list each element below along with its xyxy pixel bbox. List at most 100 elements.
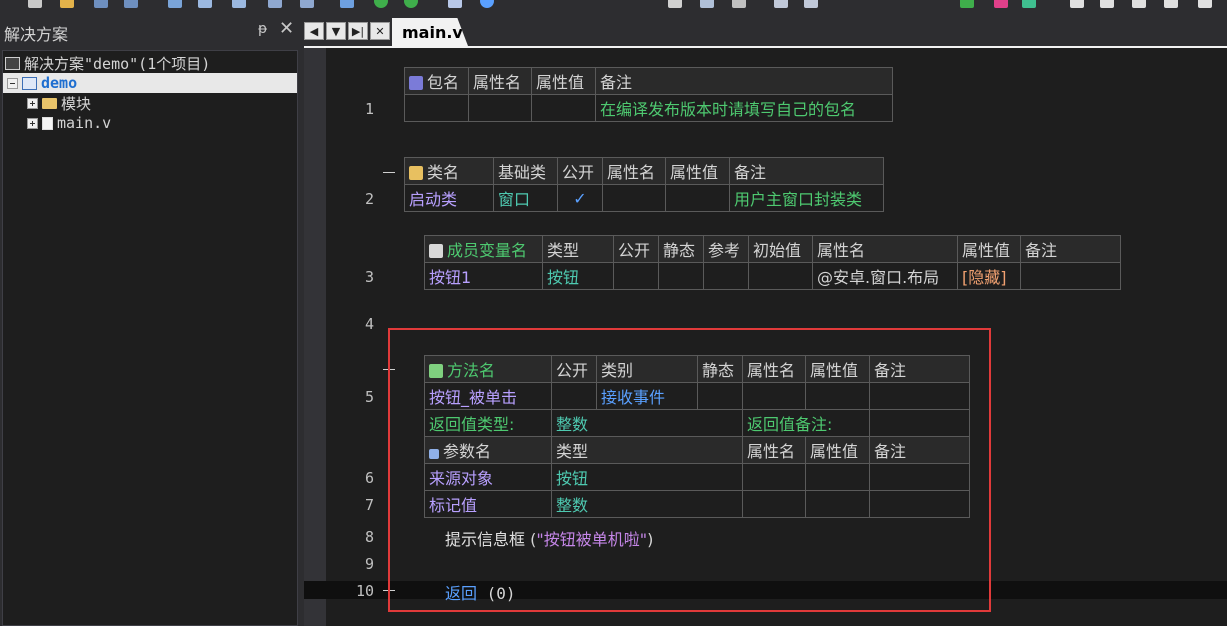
device-icon[interactable] xyxy=(448,0,462,8)
main-toolbar xyxy=(0,0,1227,12)
locals-icon[interactable] xyxy=(1132,0,1146,8)
stack-icon[interactable] xyxy=(1164,0,1178,8)
project-icon xyxy=(22,76,37,90)
grid-icon[interactable] xyxy=(668,0,682,8)
save-icon[interactable] xyxy=(94,0,108,8)
static-cell[interactable] xyxy=(658,262,704,290)
solution-icon xyxy=(5,56,20,70)
build-icon[interactable] xyxy=(340,0,354,8)
folder-icon xyxy=(42,97,57,109)
line-number: 1 xyxy=(364,100,374,118)
member-variable-table: 成员变量名 类型 公开 静态 参考 初始值 属性名 属性值 备注 按钮1 按钮 … xyxy=(424,235,1121,290)
property-value-cell[interactable]: [隐藏] xyxy=(957,262,1021,290)
package-name-header: 包名 xyxy=(404,67,469,95)
tree-item-solution[interactable]: 解决方案"demo"(1个项目) xyxy=(5,53,210,73)
header-cell: 属性值 xyxy=(531,67,596,95)
property-name-cell[interactable]: @安卓.窗口.布局 xyxy=(812,262,958,290)
web-icon[interactable] xyxy=(480,0,494,8)
package-icon xyxy=(409,76,423,90)
breakpoint-icon[interactable] xyxy=(1070,0,1084,8)
scroll-left-icon[interactable]: ◀ xyxy=(304,22,324,40)
expand-icon[interactable] xyxy=(27,117,38,129)
member-icon xyxy=(429,244,443,258)
header-cell: 备注 xyxy=(595,67,893,95)
property-value-cell[interactable] xyxy=(531,94,596,122)
tree-item-modules[interactable]: 模块 xyxy=(27,93,91,113)
find-icon[interactable] xyxy=(804,0,818,8)
property-name-cell[interactable] xyxy=(468,94,532,122)
document-icon[interactable] xyxy=(774,0,788,8)
class-name-header: 类名 xyxy=(404,157,494,185)
run-icon[interactable] xyxy=(374,0,388,8)
header-cell: 类型 xyxy=(542,235,614,263)
base-class-cell[interactable]: 窗口 xyxy=(493,184,558,212)
watch-icon[interactable] xyxy=(1100,0,1114,8)
tree-item-label: demo xyxy=(41,74,78,92)
line-number: 4 xyxy=(364,315,374,333)
member-name-header: 成员变量名 xyxy=(424,235,543,263)
header-cell: 属性值 xyxy=(957,235,1021,263)
class-icon xyxy=(409,166,423,180)
output-icon[interactable] xyxy=(1198,0,1212,8)
pin-icon[interactable]: ᵽ xyxy=(258,21,267,37)
tab-list-icon[interactable]: ▼ xyxy=(326,22,346,40)
line-number: 10 xyxy=(355,582,374,600)
member-name-cell[interactable]: 按钮1 xyxy=(424,262,543,290)
line-number: 6 xyxy=(364,469,374,487)
open-folder-icon[interactable] xyxy=(60,0,74,8)
tree-item-label: main.v xyxy=(57,114,112,132)
fold-marker[interactable] xyxy=(383,172,395,173)
header-cell: 公开 xyxy=(613,235,659,263)
expand-icon[interactable] xyxy=(27,97,38,109)
header-cell: 属性值 xyxy=(665,157,730,185)
property-name-cell[interactable] xyxy=(602,184,666,212)
scroll-right-icon[interactable]: ▶| xyxy=(348,22,368,40)
public-checkbox[interactable]: ✓ xyxy=(557,184,603,212)
cut-icon[interactable] xyxy=(168,0,182,8)
undo-icon[interactable] xyxy=(268,0,282,8)
line-number: 7 xyxy=(364,496,374,514)
table-icon[interactable] xyxy=(732,0,746,8)
header-cell: 属性名 xyxy=(812,235,958,263)
new-file-icon[interactable] xyxy=(28,0,42,8)
tree-item-main-file[interactable]: main.v xyxy=(27,113,111,133)
comment-cell[interactable]: 用户主窗口封装类 xyxy=(729,184,884,212)
comment-cell[interactable] xyxy=(1020,262,1121,290)
step-icon[interactable] xyxy=(1022,0,1036,8)
class-name-cell[interactable]: 启动类 xyxy=(404,184,494,212)
reference-cell[interactable] xyxy=(703,262,749,290)
comment-cell[interactable]: 在编译发布版本时请填写自己的包名 xyxy=(595,94,893,122)
type-cell[interactable]: 按钮 xyxy=(542,262,614,290)
solution-explorer-panel: 解决方案 ᵽ ✕ 解决方案"demo"(1个项目) demo 模块 main.v xyxy=(0,16,300,626)
header-cell: 静态 xyxy=(658,235,704,263)
header-cell: 备注 xyxy=(1020,235,1121,263)
header-cell: 公开 xyxy=(557,157,603,185)
tab-navigation: ◀ ▼ ▶| ✕ xyxy=(304,22,390,40)
tree-item-label: 解决方案"demo"(1个项目) xyxy=(24,54,211,73)
redo-icon[interactable] xyxy=(300,0,314,8)
editor-margin xyxy=(304,48,326,626)
public-cell[interactable] xyxy=(613,262,659,290)
file-icon xyxy=(42,116,53,130)
play-icon[interactable] xyxy=(960,0,974,8)
copy-icon[interactable] xyxy=(198,0,212,8)
tab-main-v[interactable]: main.v xyxy=(392,18,468,46)
solution-panel-header: 解决方案 ᵽ ✕ xyxy=(0,16,300,48)
paste-icon[interactable] xyxy=(232,0,246,8)
header-cell: 基础类 xyxy=(493,157,558,185)
tree-item-project[interactable]: demo xyxy=(3,73,297,93)
highlight-box xyxy=(388,328,991,612)
property-value-cell[interactable] xyxy=(665,184,730,212)
close-panel-icon[interactable]: ✕ xyxy=(279,18,294,39)
package-name-cell[interactable] xyxy=(404,94,469,122)
layers-icon[interactable] xyxy=(700,0,714,8)
stop-icon[interactable] xyxy=(994,0,1008,8)
debug-icon[interactable] xyxy=(404,0,418,8)
close-tab-icon[interactable]: ✕ xyxy=(370,22,390,40)
collapse-icon[interactable] xyxy=(7,77,18,89)
initial-value-cell[interactable] xyxy=(748,262,813,290)
save-all-icon[interactable] xyxy=(124,0,138,8)
tree-item-label: 模块 xyxy=(61,94,92,113)
solution-tree: 解决方案"demo"(1个项目) demo 模块 main.v xyxy=(2,50,298,626)
header-cell: 属性名 xyxy=(602,157,666,185)
